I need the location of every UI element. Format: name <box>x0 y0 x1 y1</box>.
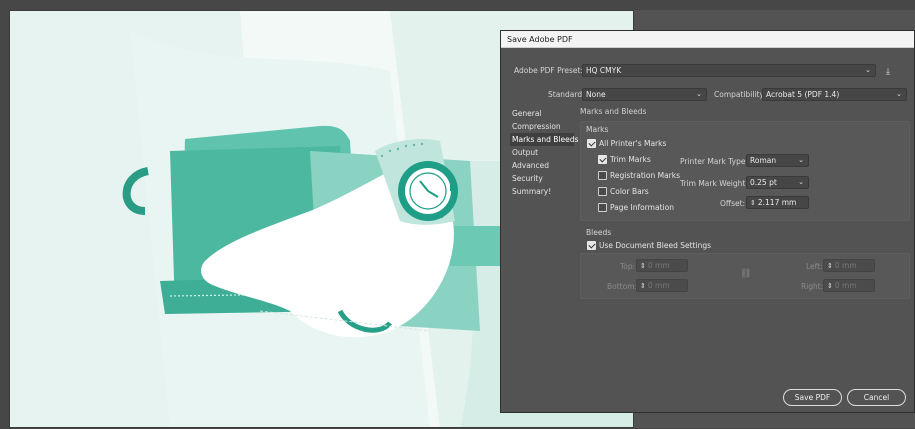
checkbox-unchecked-icon <box>598 203 607 212</box>
use-document-bleed-checkbox[interactable]: Use Document Bleed Settings <box>587 241 711 250</box>
sidebar-item-security[interactable]: Security <box>510 172 574 185</box>
sidebar-item-compression[interactable]: Compression <box>510 120 574 133</box>
bleed-right-field[interactable]: ⇕ 0 mm <box>823 279 875 292</box>
bleed-bottom-field[interactable]: ⇕ 0 mm <box>636 279 688 292</box>
stepper-icon: ⇕ <box>640 262 646 270</box>
bleed-top-field[interactable]: ⇕ 0 mm <box>636 259 688 272</box>
save-pdf-dialog: Save Adobe PDF Adobe PDF Preset: HQ CMYK… <box>500 30 915 413</box>
offset-label: Offset: <box>720 199 746 208</box>
category-sidebar: General Compression Marks and Bleeds Out… <box>510 107 578 198</box>
bleed-top-label: Top: <box>620 262 636 271</box>
bleed-top-value: 0 mm <box>647 261 670 270</box>
app-window: Save Adobe PDF Adobe PDF Preset: HQ CMYK… <box>0 0 915 429</box>
standard-dropdown[interactable]: None ⌄ <box>582 88 707 101</box>
page-information-checkbox[interactable]: Page Information <box>598 203 674 212</box>
trim-mark-weight-label: Trim Mark Weight: <box>680 179 748 188</box>
registration-marks-label: Registration Marks <box>610 171 681 180</box>
trim-mark-weight-dropdown[interactable]: 0.25 pt ⌄ <box>746 176 809 189</box>
chevron-down-icon: ⌄ <box>896 90 902 98</box>
stepper-icon: ⇕ <box>640 282 646 290</box>
bleed-left-field[interactable]: ⇕ 0 mm <box>823 259 875 272</box>
stepper-icon[interactable]: ⇕ <box>750 199 756 207</box>
preset-dropdown[interactable]: HQ CMYK ⌄ <box>582 64 876 77</box>
stepper-icon: ⇕ <box>827 282 833 290</box>
printer-mark-type-label: Printer Mark Type: <box>680 157 748 166</box>
trim-mark-weight-value: 0.25 pt <box>750 178 777 187</box>
use-document-bleed-label: Use Document Bleed Settings <box>599 241 711 250</box>
printer-mark-type-value: Roman <box>750 156 777 165</box>
chain-link-icon[interactable]: ⛓ <box>740 269 751 279</box>
bleed-bottom-label: Bottom: <box>607 282 638 291</box>
stepper-icon: ⇕ <box>827 262 833 270</box>
checkbox-checked-icon <box>587 241 596 250</box>
sidebar-item-output[interactable]: Output <box>510 146 574 159</box>
preset-label: Adobe PDF Preset: <box>514 66 584 75</box>
registration-marks-checkbox[interactable]: Registration Marks <box>598 171 680 180</box>
printer-mark-type-dropdown[interactable]: Roman ⌄ <box>746 154 809 167</box>
offset-field[interactable]: ⇕ 2.117 mm <box>746 196 809 209</box>
all-printers-marks-label: All Printer's Marks <box>599 139 667 148</box>
standard-value: None <box>586 90 606 99</box>
standard-label: Standard: <box>548 90 585 99</box>
download-icon[interactable]: ⤓ <box>886 67 898 77</box>
compatibility-label: Compatibility: <box>714 90 766 99</box>
offset-value: 2.117 mm <box>757 198 797 207</box>
chevron-down-icon: ⌄ <box>865 66 871 74</box>
cancel-button[interactable]: Cancel <box>847 389 906 406</box>
bleed-right-label: Right: <box>801 282 824 291</box>
bleed-bottom-value: 0 mm <box>647 281 670 290</box>
color-bars-label: Color Bars <box>610 187 649 196</box>
sidebar-item-marks-and-bleeds[interactable]: Marks and Bleeds <box>510 133 578 146</box>
color-bars-checkbox[interactable]: Color Bars <box>598 187 649 196</box>
sidebar-item-advanced[interactable]: Advanced <box>510 159 574 172</box>
save-pdf-button[interactable]: Save PDF <box>783 389 842 406</box>
dialog-title: Save Adobe PDF <box>501 31 914 48</box>
checkbox-unchecked-icon <box>598 187 607 196</box>
trim-marks-checkbox[interactable]: Trim Marks <box>598 155 651 164</box>
page-information-label: Page Information <box>610 203 674 212</box>
chevron-down-icon: ⌄ <box>798 156 804 164</box>
bleeds-group-label: Bleeds <box>586 228 612 237</box>
compatibility-dropdown[interactable]: Acrobat 5 (PDF 1.4) ⌄ <box>762 88 907 101</box>
trim-marks-label: Trim Marks <box>610 155 651 164</box>
section-title: Marks and Bleeds <box>580 107 647 116</box>
marks-group-label: Marks <box>586 125 609 134</box>
bleed-left-value: 0 mm <box>834 261 857 270</box>
all-printers-marks-checkbox[interactable]: All Printer's Marks <box>587 139 666 148</box>
sidebar-item-summary[interactable]: Summary! <box>510 185 574 198</box>
checkbox-checked-icon <box>598 155 607 164</box>
sidebar-item-general[interactable]: General <box>510 107 574 120</box>
chevron-down-icon: ⌄ <box>696 90 702 98</box>
chevron-down-icon: ⌄ <box>798 178 804 186</box>
checkbox-unchecked-icon <box>598 171 607 180</box>
compatibility-value: Acrobat 5 (PDF 1.4) <box>766 90 840 99</box>
bleed-right-value: 0 mm <box>834 281 857 290</box>
bleed-left-label: Left: <box>806 262 823 271</box>
checkbox-checked-icon <box>587 139 596 148</box>
preset-value: HQ CMYK <box>586 66 622 75</box>
